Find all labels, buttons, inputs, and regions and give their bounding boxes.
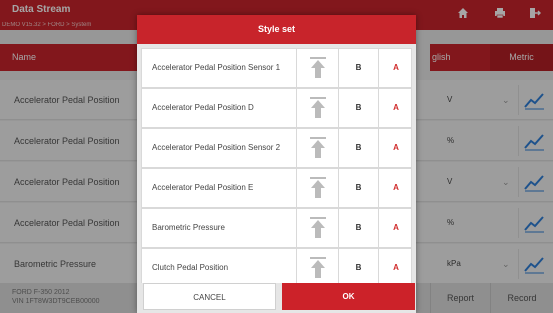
move-to-top-icon[interactable] — [296, 249, 338, 287]
style-a-button[interactable]: A — [378, 129, 413, 167]
style-a-button[interactable]: A — [378, 49, 413, 87]
style-a-button[interactable]: A — [378, 89, 413, 127]
move-to-top-icon[interactable] — [296, 89, 338, 127]
dialog-footer: CANCEL OK — [137, 283, 416, 313]
style-b-button[interactable]: B — [338, 129, 378, 167]
style-b-button[interactable]: B — [338, 49, 378, 87]
item-label: Accelerator Pedal Position D — [152, 103, 254, 112]
style-a-button[interactable]: A — [378, 169, 413, 207]
list-item: Accelerator Pedal Position Sensor 1 B A — [141, 48, 412, 88]
item-label: Clutch Pedal Position — [152, 263, 229, 272]
list-item: Accelerator Pedal Position D B A — [141, 88, 412, 128]
list-item: Accelerator Pedal Position Sensor 2 B A — [141, 128, 412, 168]
style-set-dialog: Style set Accelerator Pedal Position Sen… — [137, 15, 416, 313]
list-item: Barometric Pressure B A — [141, 208, 412, 248]
item-label: Accelerator Pedal Position E — [152, 183, 254, 192]
item-label: Accelerator Pedal Position Sensor 2 — [152, 143, 281, 152]
style-a-button[interactable]: A — [378, 209, 413, 247]
style-b-button[interactable]: B — [338, 209, 378, 247]
style-a-button[interactable]: A — [378, 249, 413, 287]
list-item: Clutch Pedal Position B A — [141, 248, 413, 287]
cancel-button[interactable]: CANCEL — [143, 283, 276, 310]
move-to-top-icon[interactable] — [296, 169, 338, 207]
move-to-top-icon[interactable] — [296, 129, 338, 167]
item-label: Accelerator Pedal Position Sensor 1 — [152, 63, 281, 72]
move-to-top-icon[interactable] — [296, 49, 338, 87]
item-label: Barometric Pressure — [152, 223, 225, 232]
list-item: Accelerator Pedal Position E B A — [141, 168, 412, 208]
style-b-button[interactable]: B — [338, 89, 378, 127]
style-b-button[interactable]: B — [338, 169, 378, 207]
dialog-title: Style set — [137, 15, 416, 44]
style-b-button[interactable]: B — [338, 249, 378, 287]
move-to-top-icon[interactable] — [296, 209, 338, 247]
ok-button[interactable]: OK — [282, 283, 415, 310]
